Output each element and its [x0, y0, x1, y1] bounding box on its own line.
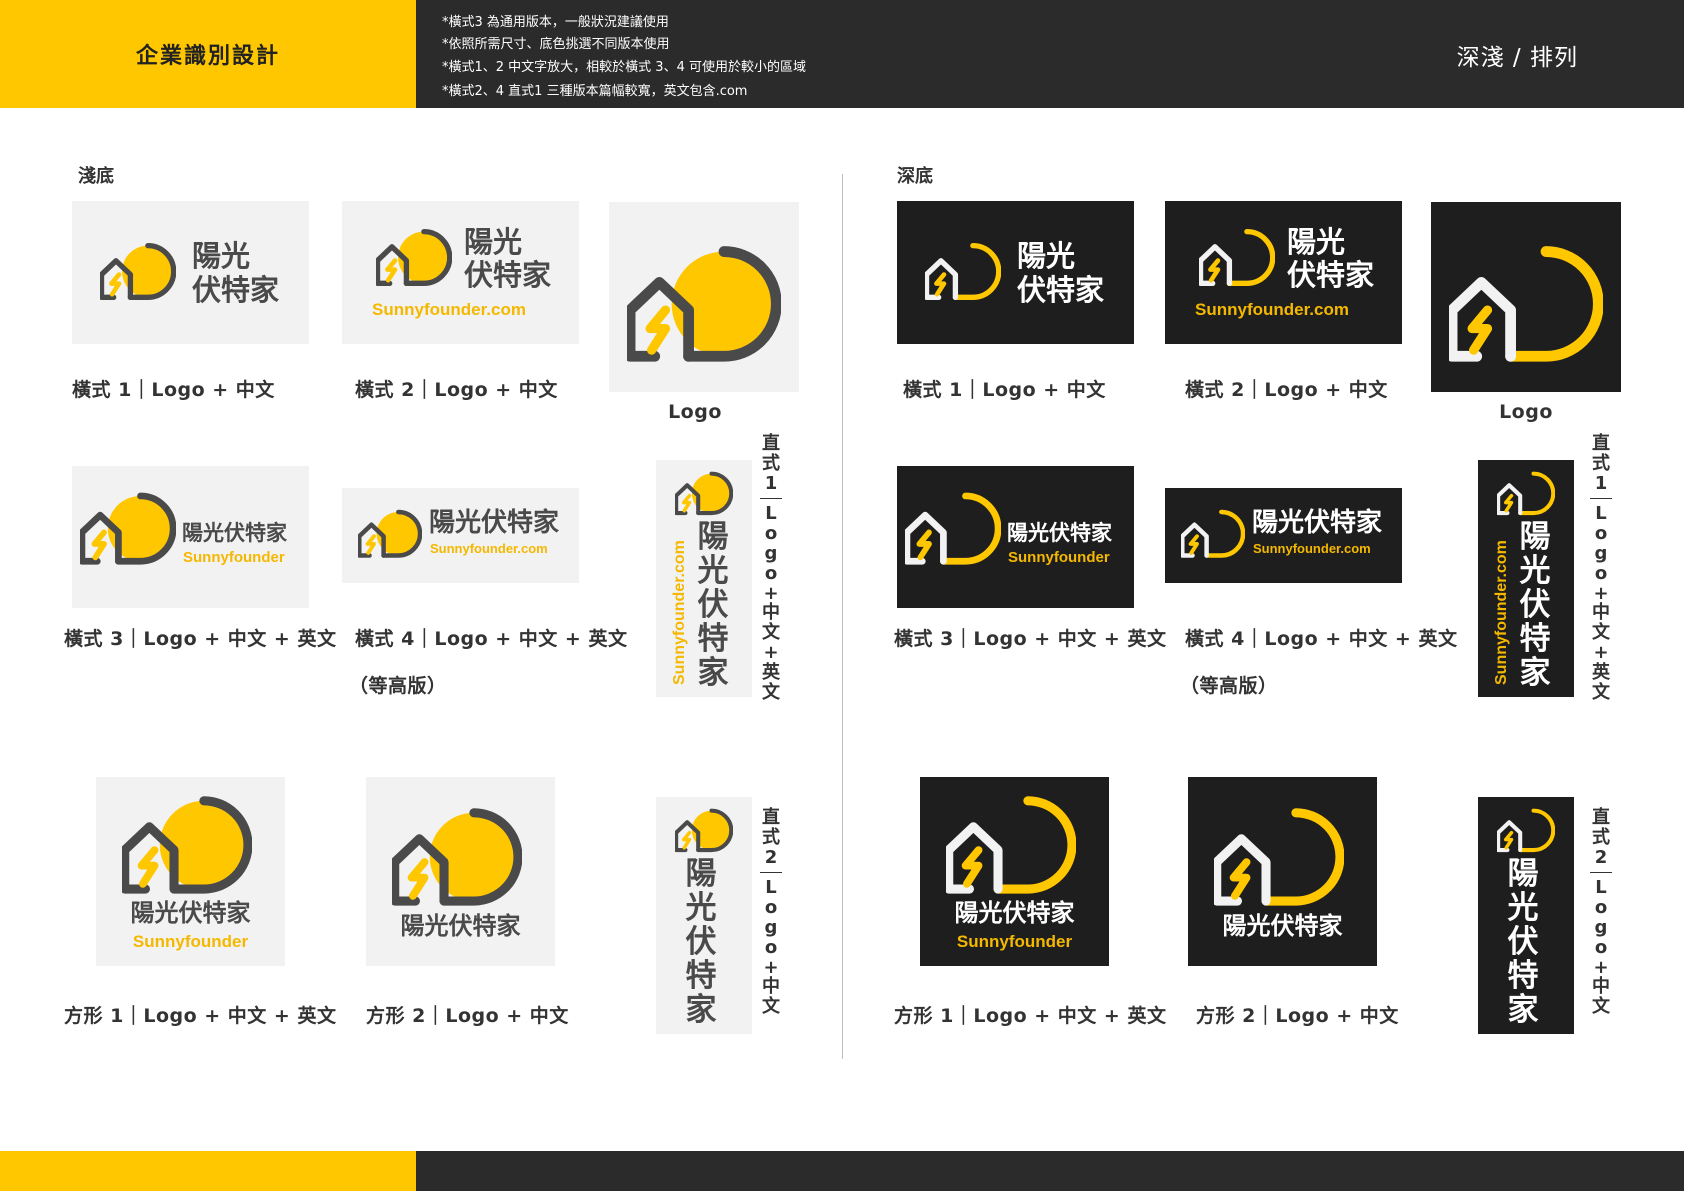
- caption-logo: Logo: [668, 401, 722, 423]
- logo-card-vertical-1-dark: Sunnyfounder.com 陽光伏特家: [1478, 460, 1574, 697]
- logo-card-mark-dark: [1431, 202, 1621, 392]
- brand-name-en: Sunnyfounder: [132, 932, 249, 951]
- page-title: 企業識別設計: [135, 44, 280, 69]
- caption-horizontal-1: 橫式 1｜Logo + 中文: [72, 379, 275, 401]
- header-right-label: 深淺 / 排列: [1456, 45, 1578, 71]
- logo-mark-icon: [925, 241, 1001, 305]
- logo-mark-icon: [627, 242, 781, 372]
- logo-card-vertical-1-light: Sunnyfounder.com 陽光伏特家: [656, 460, 752, 697]
- logo-mark-icon: [80, 490, 176, 571]
- caption-horizontal-2: 橫式 2｜Logo + 中文: [1185, 379, 1388, 401]
- caption-vertical-1: 直式 1 Lo g o + 中文 + 英文: [1590, 433, 1612, 703]
- caption-horizontal-2: 橫式 2｜Logo + 中文: [355, 379, 558, 401]
- logo-mark-icon: [675, 470, 733, 519]
- logo-mark-icon: [122, 793, 252, 902]
- dark-section-label: 深底: [897, 166, 933, 187]
- caption-logo: Logo: [1499, 401, 1553, 423]
- logo-card-vertical-2-dark: 陽光伏特家: [1478, 797, 1574, 1034]
- logo-card-square-1-light: 陽光伏特家 Sunnyfounder: [96, 777, 285, 966]
- caption-horizontal-4-note: （等高版）: [349, 675, 447, 697]
- header-note: *橫式3 為通用版本，一般狀況建議使用: [442, 15, 669, 30]
- logo-card-horizontal-2-dark: 陽光 伏特家 Sunnyfounder.com: [1165, 201, 1402, 344]
- caption-square-2: 方形 2｜Logo + 中文: [366, 1005, 569, 1027]
- caption-vertical-2: 直式 2 Lo g o + 中文: [1590, 807, 1612, 1018]
- brand-name-zh: 陽光伏特家: [1017, 239, 1105, 307]
- brand-url-en: Sunnyfounder.com: [1493, 540, 1510, 685]
- brand-name-zh: 陽光伏特家: [464, 225, 552, 292]
- brand-url-en: Sunnyfounder.com: [430, 541, 548, 556]
- caption-square-1: 方形 1｜Logo + 中文 + 英文: [64, 1005, 337, 1027]
- caption-horizontal-3: 橫式 3｜Logo + 中文 + 英文: [64, 628, 337, 650]
- brand-name-zh: 陽光伏特家: [685, 856, 717, 1028]
- caption-horizontal-3: 橫式 3｜Logo + 中文 + 英文: [894, 628, 1167, 650]
- logo-card-horizontal-3-light: 陽光伏特家 Sunnyfounder: [72, 466, 309, 608]
- brand-name-zh: 陽光伏特家: [1519, 519, 1551, 691]
- brand-name-zh: 陽光伏特家: [697, 519, 729, 691]
- logo-card-square-2-dark: 陽光伏特家: [1188, 777, 1377, 966]
- brand-url-en: Sunnyfounder.com: [671, 540, 688, 685]
- logo-mark-icon: [946, 793, 1076, 902]
- logo-card-square-2-light: 陽光伏特家: [366, 777, 555, 966]
- logo-mark-icon: [358, 508, 422, 562]
- caption-horizontal-1: 橫式 1｜Logo + 中文: [903, 379, 1106, 401]
- brand-name-zh: 陽光伏特家: [192, 239, 280, 307]
- logo-mark-icon: [376, 227, 452, 291]
- logo-card-horizontal-3-dark: 陽光伏特家 Sunnyfounder: [897, 466, 1134, 608]
- brand-name-zh: 陽光伏特家: [1507, 856, 1539, 1028]
- section-divider: [842, 174, 843, 1059]
- logo-mark-icon: [675, 807, 733, 856]
- logo-mark-icon: [1449, 242, 1603, 372]
- brand-name-zh: 陽光伏特家: [400, 912, 521, 940]
- brand-name-en: Sunnyfounder: [1008, 549, 1110, 566]
- footer-brand-bar: [0, 1151, 416, 1191]
- caption-horizontal-4: 橫式 4｜Logo + 中文 + 英文: [355, 628, 628, 650]
- brand-name-zh: 陽光伏特家: [182, 521, 287, 545]
- logo-mark-icon: [1181, 508, 1245, 562]
- brand-name-en: Sunnyfounder: [183, 549, 285, 566]
- logo-mark-icon: [905, 490, 1001, 571]
- logo-mark-icon: [1497, 470, 1555, 519]
- brand-name-zh: 陽光伏特家: [1287, 225, 1375, 292]
- brand-url-en: Sunnyfounder.com: [1195, 300, 1349, 319]
- caption-square-2: 方形 2｜Logo + 中文: [1196, 1005, 1399, 1027]
- logo-card-horizontal-4-dark: 陽光伏特家 Sunnyfounder.com: [1165, 488, 1402, 583]
- caption-horizontal-4-note: （等高版）: [1180, 675, 1278, 697]
- logo-mark-icon: [100, 241, 176, 305]
- brand-url-en: Sunnyfounder.com: [1253, 541, 1371, 556]
- logo-card-horizontal-2-light: 陽光 伏特家 Sunnyfounder.com: [342, 201, 579, 344]
- logo-mark-icon: [1199, 227, 1275, 291]
- header-note: *橫式1、2 中文字放大，相較於橫式 3、4 可使用於較小的區域: [442, 60, 806, 75]
- brand-url-en: Sunnyfounder.com: [372, 300, 526, 319]
- logo-card-vertical-2-light: 陽光伏特家: [656, 797, 752, 1034]
- logo-mark-icon: [1214, 805, 1344, 914]
- logo-mark-icon: [392, 805, 522, 914]
- brand-name-zh: 陽光伏特家: [1007, 521, 1112, 545]
- light-section-label: 淺底: [78, 166, 114, 187]
- brand-name-zh: 陽光伏特家: [429, 508, 560, 538]
- brand-name-en: Sunnyfounder: [956, 932, 1073, 951]
- logo-card-horizontal-4-light: 陽光伏特家 Sunnyfounder.com: [342, 488, 579, 583]
- logo-card-horizontal-1-dark: 陽光 伏特家: [897, 201, 1134, 344]
- logo-mark-icon: [1497, 807, 1555, 856]
- brand-name-zh: 陽光伏特家: [954, 899, 1075, 927]
- caption-vertical-2: 直式 2 Lo g o + 中文: [760, 807, 782, 1018]
- logo-card-square-1-dark: 陽光伏特家 Sunnyfounder: [920, 777, 1109, 966]
- caption-vertical-1: 直式 1 Lo g o + 中文 + 英文: [760, 433, 782, 703]
- header-note: *橫式2、4 直式1 三種版本篇幅較寬，英文包含.com: [442, 84, 748, 99]
- logo-card-horizontal-1-light: 陽光 伏特家: [72, 201, 309, 344]
- footer-dark-bar: [416, 1151, 1684, 1191]
- caption-square-1: 方形 1｜Logo + 中文 + 英文: [894, 1005, 1167, 1027]
- brand-name-zh: 陽光伏特家: [1222, 912, 1343, 940]
- logo-card-mark-light: [609, 202, 799, 392]
- brand-name-zh: 陽光伏特家: [1252, 508, 1383, 538]
- brand-name-zh: 陽光伏特家: [130, 899, 251, 927]
- header-note: *依照所需尺寸、底色挑選不同版本使用: [442, 37, 670, 52]
- caption-horizontal-4: 橫式 4｜Logo + 中文 + 英文: [1185, 628, 1458, 650]
